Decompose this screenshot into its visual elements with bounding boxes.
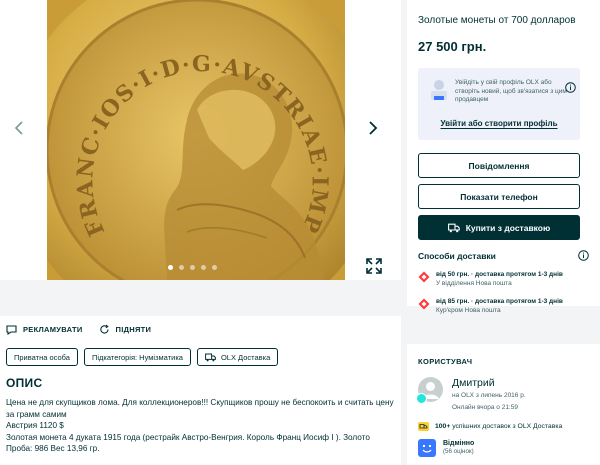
- delivery-option-price: від 50 грн. · доставка протягом 1-3 днів: [436, 271, 563, 278]
- truck-icon: [447, 223, 460, 232]
- seller-member-since: на OLX з липень 2016 р.: [452, 392, 526, 399]
- successful-deliveries: 100+ успішних доставок з OLX Доставка: [418, 422, 589, 431]
- ad-title: Золотые монеты от 700 долларов: [418, 15, 576, 26]
- promote-label: РЕКЛАМУВАТИ: [23, 324, 83, 334]
- chevron-left-icon: [14, 121, 23, 135]
- fullscreen-button[interactable]: [364, 256, 384, 276]
- listing-photo[interactable]: FRANC·IOS·I·D·G·AVSTRIAE·IMPERATOR: [47, 0, 345, 280]
- seller-last-online: Онлайн вчора о 21:59: [452, 404, 518, 411]
- tag-private-person[interactable]: Приватна особа: [6, 348, 78, 366]
- buy-with-delivery-button[interactable]: Купити з доставкою: [418, 215, 580, 240]
- delivery-methods-header: Способи доставки: [418, 250, 589, 261]
- login-prompt: Увійдіть у свій профіль OLX або створіть…: [418, 68, 580, 140]
- next-photo-button[interactable]: [358, 113, 388, 143]
- ad-details: РЕКЛАМУВАТИ ПІДНЯТИ Приватна особа Підка…: [0, 316, 401, 465]
- ad-price: 27 500 грн.: [418, 39, 487, 54]
- avatar[interactable]: [416, 377, 443, 404]
- ad-actions: РЕКЛАМУВАТИ ПІДНЯТИ: [6, 316, 395, 342]
- tag-label: OLX Доставка: [220, 352, 271, 362]
- slide-dot[interactable]: [168, 265, 173, 270]
- megaphone-icon: [6, 324, 17, 335]
- ad-tags: Приватна особа Підкатегорія: Нумізматика…: [6, 348, 395, 366]
- tag-label: Підкатегорія: Нумізматика: [91, 352, 183, 362]
- buy-with-delivery-label: Купити з доставкою: [465, 222, 551, 233]
- tag-label: Приватна особа: [14, 352, 70, 362]
- promote-button[interactable]: РЕКЛАМУВАТИ: [6, 324, 83, 335]
- expand-icon: [366, 258, 382, 274]
- profile-illustration-icon: [431, 80, 447, 100]
- delivery-methods-title: Способи доставки: [418, 250, 496, 261]
- truck-icon: [205, 353, 216, 361]
- verified-badge: [416, 393, 427, 404]
- refresh-icon: [99, 324, 109, 334]
- delivery-option-price: від 85 грн. · доставка протягом 1-3 днів: [436, 298, 563, 305]
- info-icon[interactable]: [578, 250, 589, 261]
- login-or-register-link[interactable]: Увійти або створити профіль: [418, 119, 580, 128]
- login-prompt-text: Увійдіть у свій профіль OLX або створіть…: [455, 79, 567, 103]
- delivery-option-courier: від 85 грн. · доставка протягом 1-3 днів…: [418, 297, 589, 315]
- gold-coin-image: FRANC·IOS·I·D·G·AVSTRIAE·IMPERATOR: [47, 0, 345, 280]
- delivery-option-branch: від 50 грн. · доставка протягом 1-3 днів…: [418, 270, 589, 288]
- slide-dot[interactable]: [212, 265, 217, 270]
- description-text: Цена не для скупщиков лома. Для коллекци…: [6, 398, 394, 454]
- truck-icon: [418, 422, 429, 431]
- show-phone-button[interactable]: Показати телефон: [418, 184, 580, 209]
- description-heading: ОПИС: [6, 376, 43, 390]
- price-card: Золотые монеты от 700 долларов 27 500 гр…: [407, 0, 600, 314]
- rating-title: Відмінно: [443, 440, 475, 447]
- delivery-option-method: У відділення Нова пошта: [436, 280, 512, 287]
- seller-rating: Відмінно (56 оцінок): [418, 439, 589, 457]
- raise-button[interactable]: ПІДНЯТИ: [99, 324, 152, 335]
- chevron-right-icon: [369, 121, 378, 135]
- message-button[interactable]: Повідомлення: [418, 153, 580, 178]
- rating-smile-icon: [418, 439, 436, 457]
- slide-dot[interactable]: [179, 265, 184, 270]
- nova-poshta-icon: [418, 271, 430, 283]
- nova-poshta-icon: [418, 298, 430, 310]
- seller-name[interactable]: Дмитрий: [452, 377, 526, 389]
- slide-dot[interactable]: [201, 265, 206, 270]
- previous-photo-button[interactable]: [4, 113, 34, 143]
- raise-label: ПІДНЯТИ: [115, 324, 152, 334]
- deliveries-count: 100+: [435, 423, 451, 430]
- seller-card: КОРИСТУВАЧ Дмитрий на OLX з липень 2016 …: [407, 344, 600, 465]
- tag-subcategory[interactable]: Підкатегорія: Нумізматика: [83, 348, 191, 366]
- info-icon[interactable]: [565, 82, 576, 93]
- seller-profile[interactable]: Дмитрий на OLX з липень 2016 р. Онлайн в…: [416, 377, 589, 413]
- deliveries-text: успішних доставок з OLX Доставка: [452, 423, 563, 430]
- image-gallery: FRANC·IOS·I·D·G·AVSTRIAE·IMPERATOR: [0, 0, 401, 280]
- rating-count: (56 оцінок): [443, 448, 474, 455]
- tag-olx-delivery[interactable]: OLX Доставка: [196, 348, 279, 366]
- slide-indicator: [168, 265, 217, 270]
- slide-dot[interactable]: [190, 265, 195, 270]
- delivery-option-method: Кур'єром Нова пошта: [436, 307, 501, 314]
- seller-header: КОРИСТУВАЧ: [418, 357, 473, 366]
